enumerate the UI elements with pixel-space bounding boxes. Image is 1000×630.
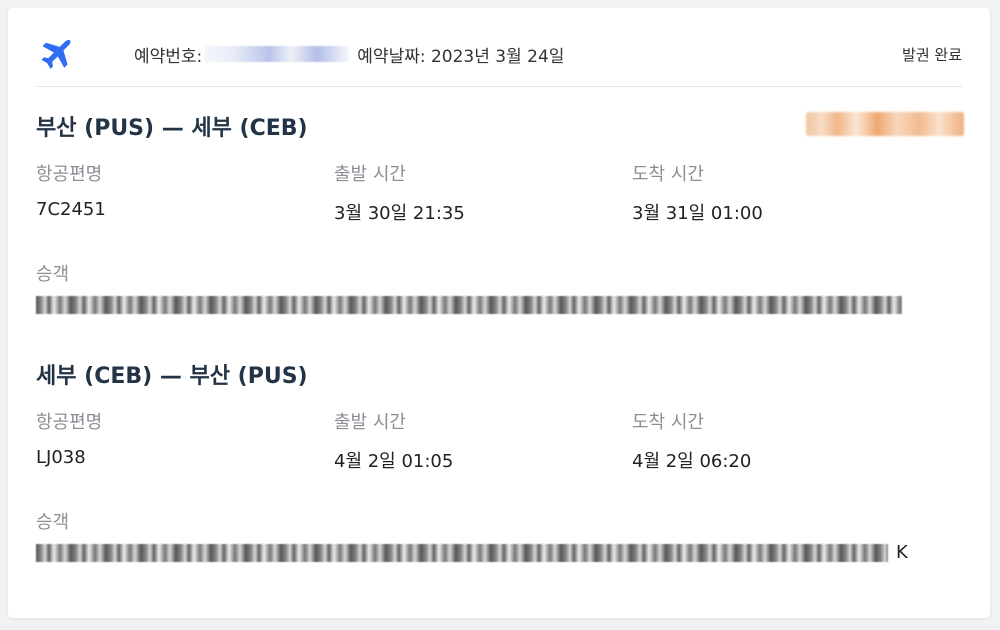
departure-time: 4월 2일 01:05 bbox=[334, 451, 454, 472]
passenger-list-tail: K bbox=[896, 542, 908, 563]
flight-number-cell: 항공편명 LJ038 bbox=[36, 408, 102, 468]
airplane-icon bbox=[36, 34, 76, 74]
arrival-cell: 도착 시간 4월 2일 06:20 bbox=[632, 408, 751, 473]
booking-date: 예약날짜: 2023년 3월 24일 bbox=[357, 46, 565, 67]
redacted-badge bbox=[806, 112, 964, 136]
passenger-label: 승객 bbox=[36, 512, 70, 533]
departure-cell: 출발 시간 3월 30일 21:35 bbox=[334, 160, 465, 225]
departure-time: 3월 30일 21:35 bbox=[334, 203, 465, 224]
passenger-list-redacted bbox=[36, 296, 902, 314]
header-divider bbox=[36, 86, 962, 87]
arrival-time: 3월 31일 01:00 bbox=[632, 203, 763, 224]
flight-number-label: 항공편명 bbox=[36, 164, 103, 185]
departure-label: 출발 시간 bbox=[334, 412, 406, 433]
ticket-status: 발권 완료 bbox=[902, 45, 962, 64]
route-title-outbound: 부산 (PUS) — 세부 (CEB) bbox=[36, 116, 308, 141]
flight-number-label: 항공편명 bbox=[36, 412, 103, 433]
flight-number-value: LJ038 bbox=[36, 447, 86, 468]
booking-number-redacted bbox=[204, 46, 350, 62]
arrival-cell: 도착 시간 3월 31일 01:00 bbox=[632, 160, 763, 225]
booking-info: 예약번호: 예약날짜: 2023년 3월 24일 bbox=[134, 42, 564, 67]
route-title-return: 세부 (CEB) — 부산 (PUS) bbox=[36, 364, 308, 389]
arrival-label: 도착 시간 bbox=[632, 164, 704, 185]
reservation-card: 예약번호: 예약날짜: 2023년 3월 24일 발권 완료 부산 (PUS) … bbox=[8, 8, 990, 618]
arrival-time: 4월 2일 06:20 bbox=[632, 451, 752, 472]
arrival-label: 도착 시간 bbox=[632, 412, 704, 433]
booking-number-label: 예약번호: bbox=[134, 46, 203, 67]
flight-number-cell: 항공편명 7C2451 bbox=[36, 160, 106, 220]
flight-number-value: 7C2451 bbox=[36, 199, 106, 220]
departure-cell: 출발 시간 4월 2일 01:05 bbox=[334, 408, 453, 473]
passenger-label: 승객 bbox=[36, 264, 70, 285]
departure-label: 출발 시간 bbox=[334, 164, 406, 185]
passenger-list-redacted bbox=[36, 544, 888, 562]
reservation-header: 예약번호: 예약날짜: 2023년 3월 24일 발권 완료 bbox=[36, 30, 962, 78]
